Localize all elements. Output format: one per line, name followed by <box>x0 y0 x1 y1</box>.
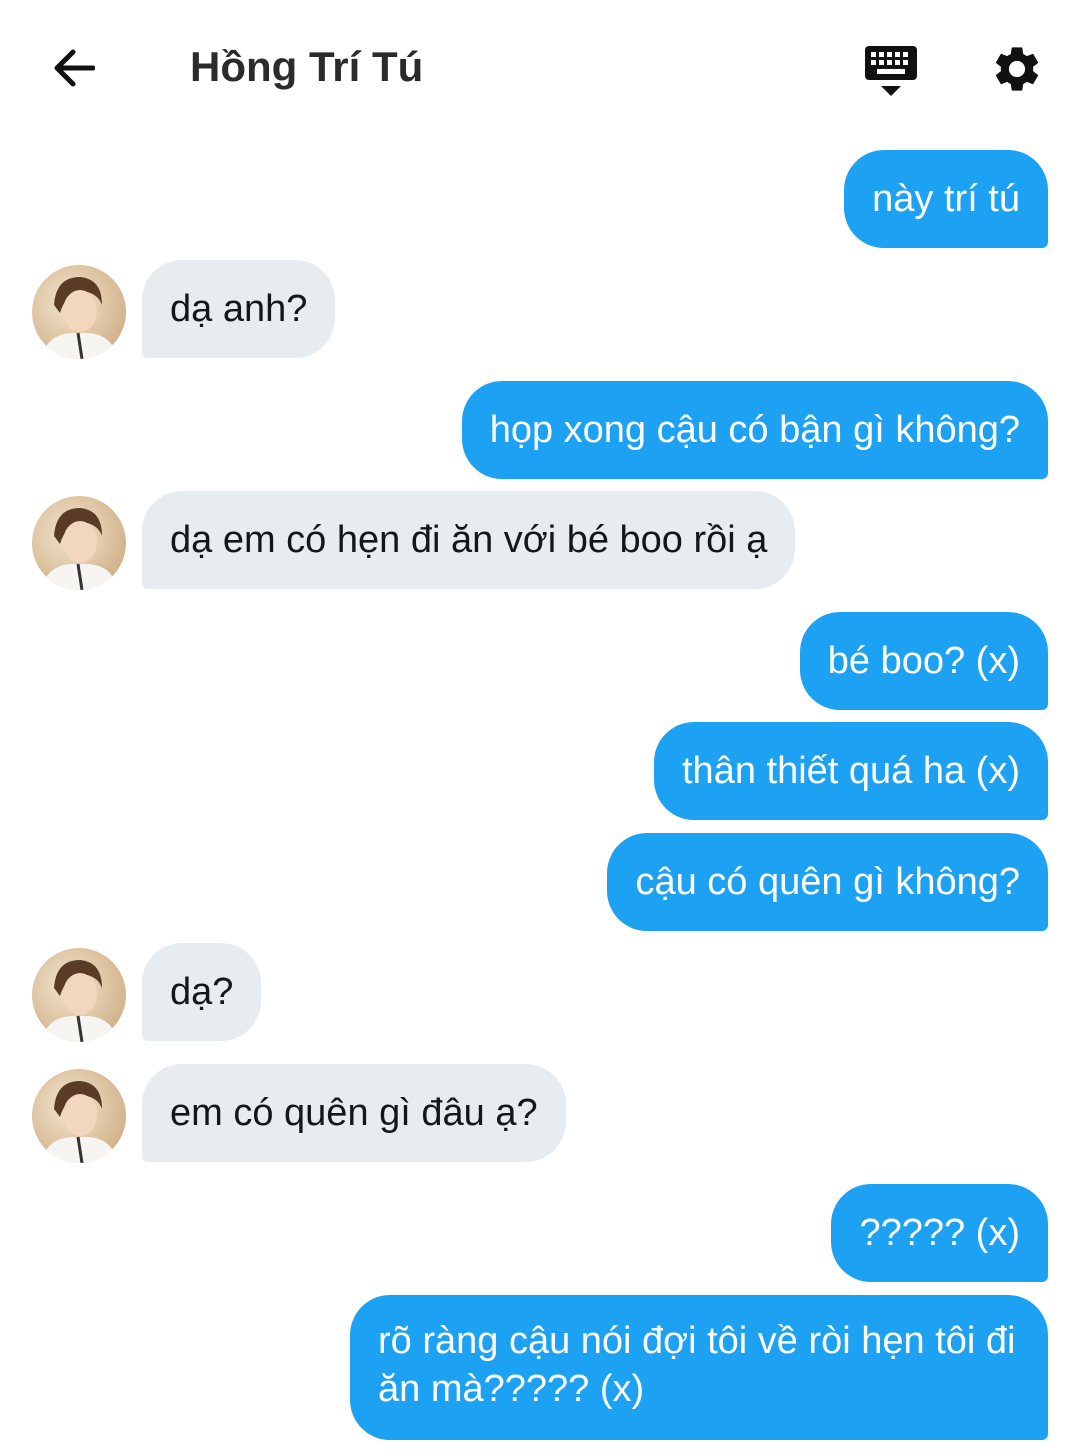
message-list[interactable]: này trí tú dạ anh? họp xong cậu có bận g… <box>0 0 1080 1450</box>
outgoing-message[interactable]: rõ ràng cậu nói đợi tôi về ròi hẹn tôi đ… <box>350 1295 1048 1440</box>
avatar-photo <box>32 496 126 590</box>
avatar[interactable] <box>32 265 126 359</box>
avatar-photo <box>32 265 126 359</box>
incoming-message[interactable]: dạ em có hẹn đi ăn với bé boo rồi ạ <box>142 491 796 589</box>
avatar-photo <box>32 948 126 1042</box>
outgoing-message[interactable]: bé boo? (x) <box>799 612 1048 710</box>
outgoing-message[interactable]: họp xong cậu có bận gì không? <box>461 381 1048 479</box>
incoming-message[interactable]: dạ? <box>142 943 262 1041</box>
avatar[interactable] <box>32 496 126 590</box>
avatar[interactable] <box>32 1069 126 1163</box>
avatar[interactable] <box>32 948 126 1042</box>
outgoing-message[interactable]: ????? (x) <box>831 1184 1048 1282</box>
incoming-message[interactable]: em có quên gì đâu ạ? <box>142 1064 566 1162</box>
incoming-message[interactable]: dạ anh? <box>142 260 336 358</box>
outgoing-message[interactable]: này trí tú <box>844 150 1048 248</box>
avatar-photo <box>32 1069 126 1163</box>
outgoing-message[interactable]: cậu có quên gì không? <box>607 833 1048 931</box>
outgoing-message[interactable]: thân thiết quá ha (x) <box>654 722 1048 820</box>
